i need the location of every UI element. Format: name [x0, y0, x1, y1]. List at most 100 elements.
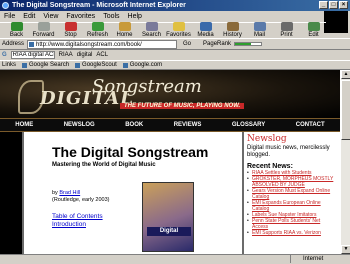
history-button[interactable]: History: [220, 22, 245, 38]
address-url: http://www.digitalsongstream.com/book/: [36, 41, 142, 48]
byline: by Brad Hill (Routledge, early 2003): [52, 190, 109, 204]
google-search-input[interactable]: RIAA digital ACL: [10, 51, 55, 59]
links-label: Links: [2, 62, 17, 68]
edit-icon: [307, 22, 320, 31]
news-item[interactable]: GROKSTER, MORPHEUS MOSTLY ABSOLVED BY JU…: [247, 176, 337, 188]
refresh-icon: [91, 22, 104, 31]
print-icon: [280, 22, 293, 31]
google-toolbar: G RIAA digital ACL RIAA digital ACL: [0, 50, 350, 60]
stop-button[interactable]: Stop: [58, 22, 83, 38]
ie-icon: [2, 2, 9, 9]
back-button[interactable]: Back: [4, 22, 29, 38]
news-item[interactable]: EMI Supports RIAA vs. Verizon: [247, 230, 337, 236]
news-item[interactable]: Gears Version Must Expand Online Catalog: [247, 188, 337, 200]
windows-logo-icon: [324, 11, 348, 33]
window-title: The Digital Songstream - Microsoft Inter…: [12, 2, 186, 9]
book-cover-image[interactable]: Digital: [142, 182, 194, 252]
menu-view[interactable]: View: [43, 13, 58, 20]
nav-contact[interactable]: CONTACT: [296, 122, 325, 128]
search-term-digital[interactable]: digital: [77, 52, 93, 58]
page-title: The Digital Songstream: [52, 144, 209, 160]
nav-home[interactable]: HOME: [15, 122, 33, 128]
link-google-search[interactable]: Google Search: [22, 62, 69, 68]
menu-bar: File Edit View Favorites Tools Help: [0, 11, 350, 33]
logo-songstream-text: Songstream: [92, 76, 202, 97]
news-item[interactable]: Penn State Polls Students' Net Access: [247, 218, 337, 230]
link-page-icon: [22, 62, 28, 68]
site-nav: HOME NEWSLOG BOOK REVIEWS GLOSSARY CONTA…: [0, 118, 340, 132]
forward-button[interactable]: Forward: [31, 22, 56, 38]
search-icon: [145, 22, 158, 31]
home-button[interactable]: Home: [112, 22, 137, 38]
media-icon: [199, 22, 212, 31]
newslog-heading[interactable]: Newslog: [247, 134, 337, 144]
stop-icon: [64, 22, 77, 31]
forward-arrow-icon: [37, 22, 50, 31]
address-bar: Address http://www.digitalsongstream.com…: [0, 38, 350, 50]
pagerank-label: PageRank: [203, 41, 232, 47]
news-list: RIAA Settles with Students GROKSTER, MOR…: [247, 170, 337, 236]
newslog-description: Digital music news, mercilessly blogged.: [247, 145, 330, 158]
menu-tools[interactable]: Tools: [103, 13, 119, 20]
pagerank-indicator: PageRank: [203, 41, 263, 47]
scroll-down-arrow-icon[interactable]: ▼: [341, 245, 350, 254]
menu-file[interactable]: File: [4, 13, 15, 20]
security-zone: Internet: [290, 255, 350, 263]
nav-reviews[interactable]: REVIEWS: [174, 122, 202, 128]
close-button[interactable]: ×: [339, 1, 348, 9]
page-icon: [29, 41, 35, 47]
edit-button[interactable]: Edit: [301, 22, 326, 38]
home-icon: [118, 22, 131, 31]
links-bar: Links Google Search GoogleScout Google.c…: [0, 60, 350, 70]
address-label: Address: [2, 41, 25, 47]
newslog-sidebar: Newslog Digital music news, mercilessly …: [244, 132, 340, 254]
minimize-button[interactable]: _: [319, 1, 328, 9]
book-links: Table of Contents Introduction: [52, 213, 103, 229]
scroll-up-arrow-icon[interactable]: ▲: [341, 70, 350, 79]
search-term-acl[interactable]: ACL: [96, 52, 108, 58]
search-term-riaa[interactable]: RIAA: [59, 52, 73, 58]
nav-newslog[interactable]: NEWSLOG: [64, 122, 95, 128]
media-button[interactable]: Media: [193, 22, 218, 38]
menu-help[interactable]: Help: [128, 13, 142, 20]
main-content: The Digital Songstream Mastering the Wor…: [22, 132, 244, 254]
print-button[interactable]: Print: [274, 22, 299, 38]
page-viewport: DIGITAL Songstream THE FUTURE OF MUSIC, …: [0, 70, 340, 254]
site-banner: DIGITAL Songstream THE FUTURE OF MUSIC, …: [0, 70, 340, 118]
publisher-text: (Routledge, early 2003): [52, 197, 110, 203]
pagerank-fill: [235, 43, 251, 45]
menu-favorites[interactable]: Favorites: [66, 13, 95, 20]
favorites-button[interactable]: Favorites: [166, 22, 191, 38]
link-googlescout[interactable]: GoogleScout: [75, 62, 117, 68]
back-arrow-icon: [10, 22, 23, 31]
menu-edit[interactable]: Edit: [23, 13, 35, 20]
status-bar: Internet: [0, 254, 350, 263]
maximize-button[interactable]: □: [329, 1, 338, 9]
mail-button[interactable]: Mail: [247, 22, 272, 38]
address-input[interactable]: http://www.digitalsongstream.com/book/: [27, 39, 178, 49]
banner-tagline: THE FUTURE OF MUSIC, PLAYING NOW.: [120, 103, 245, 109]
link-google-com[interactable]: Google.com: [122, 62, 162, 68]
go-button[interactable]: Go: [180, 41, 194, 47]
toc-link[interactable]: Table of Contents: [52, 213, 103, 220]
author-link[interactable]: Brad Hill: [59, 190, 80, 196]
nav-glossary[interactable]: GLOSSARY: [232, 122, 265, 128]
nav-book[interactable]: BOOK: [125, 122, 143, 128]
news-item[interactable]: EMI Expands European Online Catalog: [247, 200, 337, 212]
recent-news-heading: Recent News:: [247, 163, 293, 170]
pagerank-bar: [234, 42, 263, 46]
link-page-icon: [122, 62, 128, 68]
byline-by: by: [52, 190, 58, 196]
vertical-scrollbar[interactable]: ▲ ▼: [340, 70, 350, 254]
history-icon: [226, 22, 239, 31]
standard-toolbar: Back Forward Stop Refresh Home Search Fa…: [0, 22, 326, 38]
title-bar: The Digital Songstream - Microsoft Inter…: [0, 0, 350, 11]
favorites-star-icon: [172, 22, 185, 31]
search-button[interactable]: Search: [139, 22, 164, 38]
page-subtitle: Mastering the World of Digital Music: [52, 162, 156, 168]
refresh-button[interactable]: Refresh: [85, 22, 110, 38]
link-page-icon: [75, 62, 81, 68]
intro-link[interactable]: Introduction: [52, 221, 86, 228]
scroll-thumb[interactable]: [341, 80, 350, 140]
cover-title: Digital: [147, 227, 191, 236]
